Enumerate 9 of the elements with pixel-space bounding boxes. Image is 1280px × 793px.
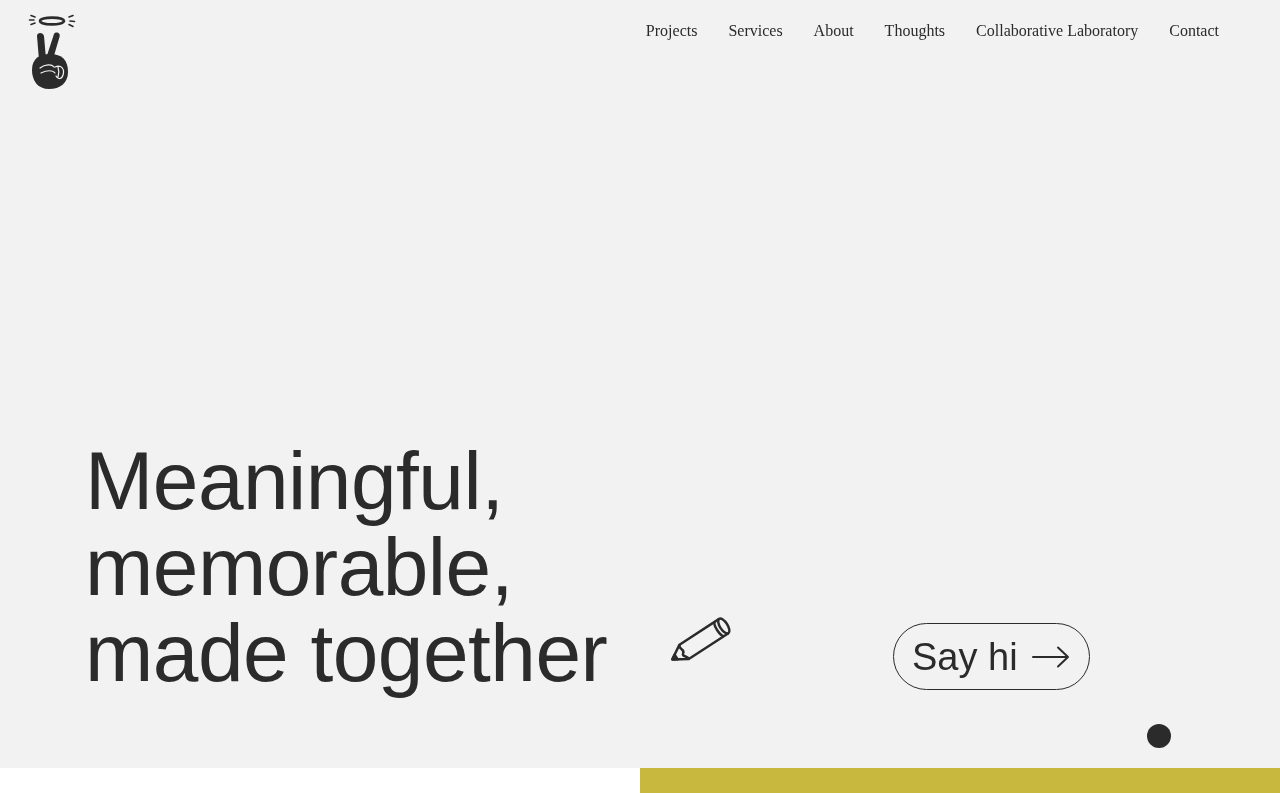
- hero-headline: Meaningful, memorable, made together: [85, 438, 609, 696]
- peace-hand-icon[interactable]: [28, 12, 76, 90]
- nav-link[interactable]: About: [813, 21, 854, 41]
- nav-link[interactable]: Thoughts: [884, 21, 946, 41]
- nav-link[interactable]: Services: [728, 21, 783, 41]
- arrow-right-icon: [1031, 645, 1070, 668]
- nav-link[interactable]: Projects: [645, 21, 698, 41]
- nav-link[interactable]: Contact: [1169, 21, 1219, 41]
- nav-link[interactable]: Collaborative Laboratory: [976, 21, 1139, 41]
